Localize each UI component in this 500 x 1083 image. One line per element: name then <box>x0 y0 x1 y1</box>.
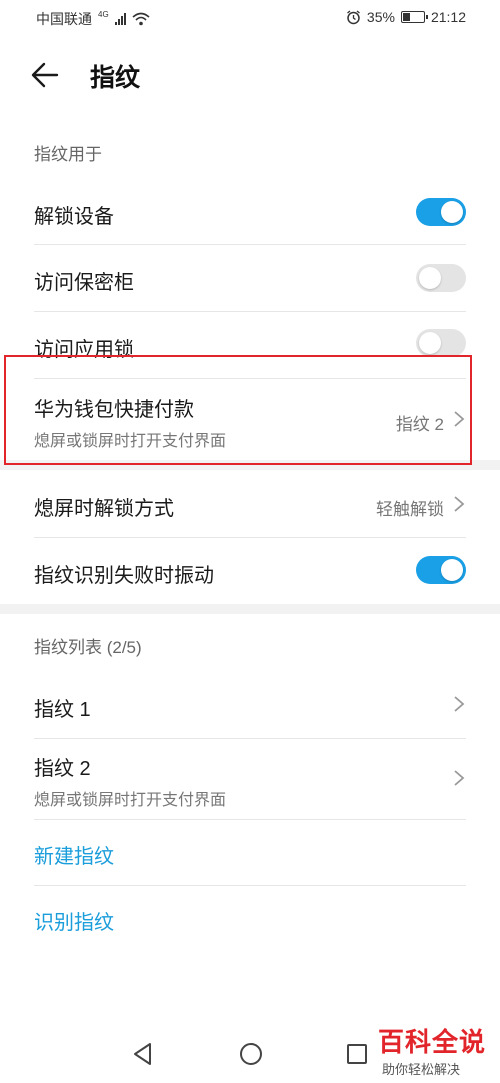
wifi-icon <box>132 12 150 26</box>
circle-home-icon <box>240 1043 262 1065</box>
chevron-right-icon <box>454 770 465 786</box>
fingerprint-item-2[interactable]: 指纹 2 熄屏或锁屏时打开支付界面 <box>0 739 500 819</box>
watermark-logo: 百科全说 助你轻松解决 <box>378 1022 486 1078</box>
section-separator <box>0 460 500 470</box>
toggle-knob <box>419 332 441 354</box>
page-title: 指纹 <box>90 64 141 92</box>
toggle-knob <box>419 267 441 289</box>
section-list-label: 指纹列表 (2/5) <box>34 638 142 657</box>
toggle-app-lock[interactable] <box>416 329 466 357</box>
status-left: 中国联通 4G <box>36 9 150 29</box>
signal-icon <box>114 13 126 25</box>
row-label: 指纹 2 <box>34 758 91 780</box>
toggle-unlock-device[interactable] <box>416 198 466 226</box>
back-nav-button[interactable] <box>128 1039 158 1069</box>
home-nav-button[interactable] <box>236 1039 266 1069</box>
app-header: 指纹 <box>0 52 500 98</box>
row-subtitle: 熄屏或锁屏时打开支付界面 <box>34 433 227 450</box>
toggle-knob <box>441 201 463 223</box>
row-app-lock[interactable]: 访问应用锁 <box>0 312 500 378</box>
battery-icon <box>400 11 428 23</box>
alarm-icon <box>347 9 360 24</box>
row-label: 指纹识别失败时振动 <box>34 565 214 587</box>
toggle-fail-vibrate[interactable] <box>416 556 466 584</box>
row-subtitle: 熄屏或锁屏时打开支付界面 <box>34 792 227 809</box>
row-label: 访问保密柜 <box>34 272 134 294</box>
new-fingerprint-button[interactable]: 新建指纹 <box>34 840 114 869</box>
row-value: 轻触解锁 <box>376 500 444 519</box>
chevron-right-icon <box>454 696 465 712</box>
row-label: 访问应用锁 <box>34 339 134 361</box>
divider <box>34 885 466 886</box>
arrow-left-icon <box>31 62 59 88</box>
row-access-safe[interactable]: 访问保密柜 <box>0 245 500 311</box>
identify-fingerprint-button[interactable]: 识别指纹 <box>34 906 114 935</box>
back-button[interactable] <box>30 58 70 92</box>
carrier-name: 中国联通 <box>36 11 92 27</box>
square-recents-icon <box>347 1044 367 1064</box>
status-right: 35% 21:12 <box>346 9 466 25</box>
toggle-knob <box>441 559 463 581</box>
chevron-right-icon <box>454 411 465 427</box>
chevron-right-icon <box>454 496 465 512</box>
row-screen-off-unlock[interactable]: 熄屏时解锁方式 轻触解锁 <box>0 470 500 536</box>
network-type: 4G <box>98 9 109 19</box>
row-unlock-device[interactable]: 解锁设备 <box>0 180 500 244</box>
section-separator <box>0 604 500 614</box>
row-huawei-wallet[interactable]: 华为钱包快捷付款 熄屏或锁屏时打开支付界面 指纹 2 <box>0 379 500 459</box>
watermark-subtitle: 助你轻松解决 <box>382 1062 461 1077</box>
triangle-back-icon <box>134 1043 151 1065</box>
section-usage-label: 指纹用于 <box>34 145 102 164</box>
row-fail-vibrate[interactable]: 指纹识别失败时振动 <box>0 538 500 604</box>
clock: 21:12 <box>430 9 466 25</box>
recents-nav-button[interactable] <box>342 1039 372 1069</box>
row-value: 指纹 2 <box>395 415 444 434</box>
divider <box>34 819 466 820</box>
watermark-title: 百科全说 <box>378 1027 487 1057</box>
toggle-access-safe[interactable] <box>416 264 466 292</box>
status-bar: 中国联通 4G 35% 21:12 <box>0 0 500 36</box>
row-label: 解锁设备 <box>34 206 114 228</box>
fingerprint-item-1[interactable]: 指纹 1 <box>0 672 500 738</box>
row-label: 熄屏时解锁方式 <box>34 498 174 520</box>
row-label: 指纹 1 <box>34 699 91 721</box>
battery-percent: 35% <box>366 9 395 25</box>
row-label: 华为钱包快捷付款 <box>34 399 194 421</box>
